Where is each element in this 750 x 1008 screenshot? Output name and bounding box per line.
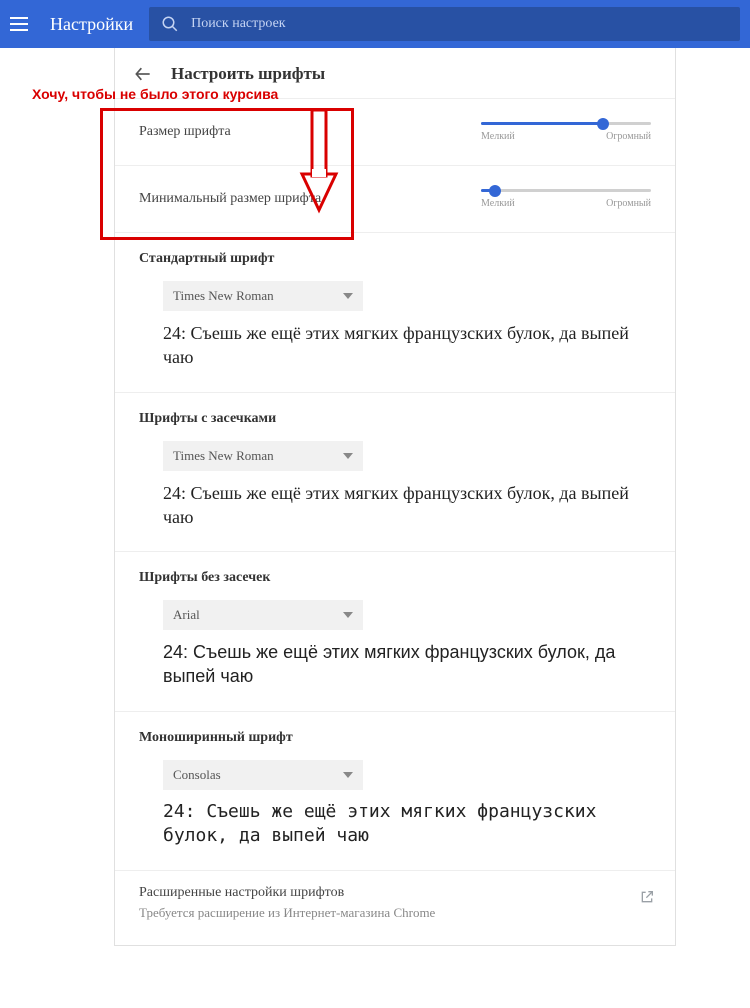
app-title: Настройки bbox=[50, 14, 133, 35]
top-bar: Настройки bbox=[0, 0, 750, 48]
font-size-row: Размер шрифта Мелкий Огромный bbox=[115, 98, 675, 165]
sans-font-section: Шрифты без засечек Arial 24: Съешь же ещ… bbox=[115, 551, 675, 711]
back-arrow-icon[interactable] bbox=[133, 64, 153, 84]
min-font-size-label: Минимальный размер шрифта bbox=[139, 191, 481, 207]
slider-min-label: Мелкий bbox=[481, 131, 515, 142]
advanced-title: Расширенные настройки шрифтов bbox=[139, 885, 651, 901]
serif-font-section: Шрифты с засечками Times New Roman 24: С… bbox=[115, 392, 675, 552]
slider-min-label: Мелкий bbox=[481, 198, 515, 209]
font-sample: 24: Съешь же ещё этих мягких французских… bbox=[163, 640, 651, 689]
dropdown-value: Times New Roman bbox=[173, 288, 274, 304]
chevron-down-icon bbox=[343, 610, 353, 620]
min-font-size-slider[interactable]: Мелкий Огромный bbox=[481, 189, 651, 209]
search-field[interactable] bbox=[149, 7, 740, 41]
font-sample: 24: Съешь же ещё этих мягких французских… bbox=[163, 481, 651, 530]
slider-max-label: Огромный bbox=[606, 198, 651, 209]
section-title: Моноширинный шрифт bbox=[139, 730, 651, 746]
advanced-subtitle: Требуется расширение из Интернет-магазин… bbox=[139, 905, 651, 921]
external-link-icon[interactable] bbox=[639, 889, 655, 905]
menu-icon[interactable] bbox=[10, 10, 38, 38]
standard-font-section: Стандартный шрифт Times New Roman 24: Съ… bbox=[115, 232, 675, 392]
font-size-label: Размер шрифта bbox=[139, 124, 481, 140]
mono-font-dropdown[interactable]: Consolas bbox=[163, 760, 363, 790]
section-title: Шрифты без засечек bbox=[139, 570, 651, 586]
font-sample: 24: Съешь же ещё этих мягких французских… bbox=[163, 800, 651, 849]
section-title: Стандартный шрифт bbox=[139, 251, 651, 267]
min-font-size-row: Минимальный размер шрифта Мелкий Огромный bbox=[115, 165, 675, 232]
annotation-text: Хочу, чтобы не было этого курсива bbox=[32, 86, 278, 102]
slider-max-label: Огромный bbox=[606, 131, 651, 142]
chevron-down-icon bbox=[343, 451, 353, 461]
dropdown-value: Times New Roman bbox=[173, 448, 274, 464]
settings-card: Настроить шрифты Размер шрифта Мелкий Огр… bbox=[114, 48, 676, 946]
font-size-slider[interactable]: Мелкий Огромный bbox=[481, 122, 651, 142]
search-input[interactable] bbox=[189, 15, 728, 33]
dropdown-value: Consolas bbox=[173, 767, 221, 783]
chevron-down-icon bbox=[343, 291, 353, 301]
font-sample: 24: Съешь же ещё этих мягких французских… bbox=[163, 321, 651, 370]
sans-font-dropdown[interactable]: Arial bbox=[163, 600, 363, 630]
section-title: Шрифты с засечками bbox=[139, 411, 651, 427]
page-title: Настроить шрифты bbox=[171, 64, 325, 84]
search-icon bbox=[161, 15, 179, 33]
standard-font-dropdown[interactable]: Times New Roman bbox=[163, 281, 363, 311]
chevron-down-icon bbox=[343, 770, 353, 780]
serif-font-dropdown[interactable]: Times New Roman bbox=[163, 441, 363, 471]
mono-font-section: Моноширинный шрифт Consolas 24: Съешь же… bbox=[115, 711, 675, 871]
dropdown-value: Arial bbox=[173, 607, 200, 623]
advanced-fonts-row[interactable]: Расширенные настройки шрифтов Требуется … bbox=[115, 870, 675, 945]
